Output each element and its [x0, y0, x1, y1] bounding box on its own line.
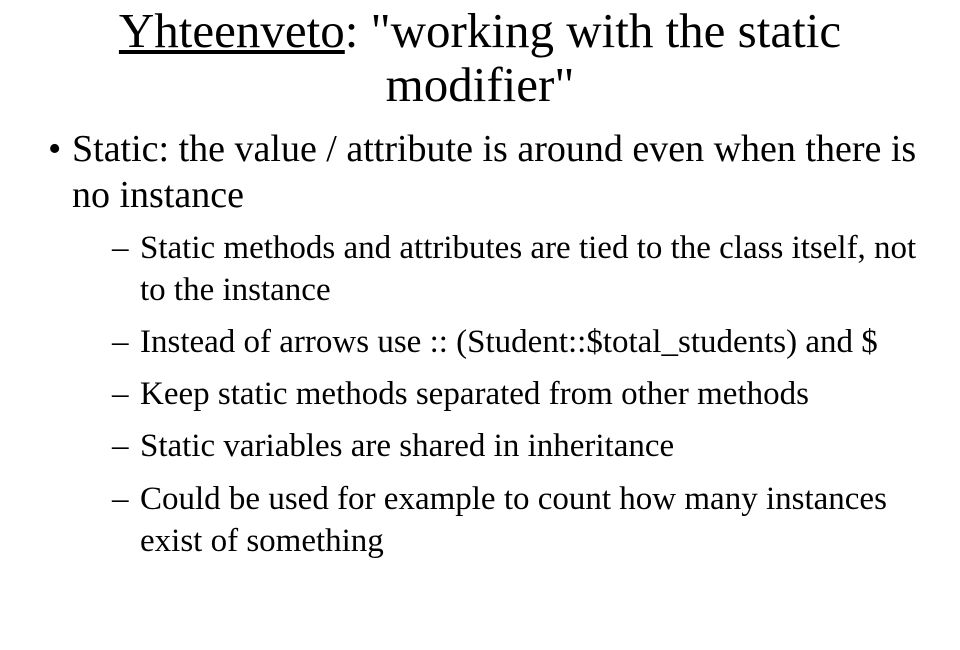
sub-bullet-list: Static methods and attributes are tied t…: [72, 227, 940, 563]
bullet-item: Static: the value / attribute is around …: [48, 126, 940, 562]
sub-bullet-item: Static methods and attributes are tied t…: [112, 227, 940, 311]
sub-bullet-item: Could be used for example to count how m…: [112, 478, 940, 562]
bullet-list: Static: the value / attribute is around …: [20, 126, 940, 562]
sub-bullet-text: Could be used for example to count how m…: [140, 481, 887, 559]
title-rest: : "working with the static modifier": [345, 3, 841, 112]
sub-bullet-item: Keep static methods separated from other…: [112, 373, 940, 415]
sub-bullet-text: Instead of arrows use :: (Student::$tota…: [140, 324, 878, 360]
sub-bullet-text: Static variables are shared in inheritan…: [140, 428, 674, 464]
slide-title: Yhteenveto: "working with the static mod…: [20, 4, 940, 112]
title-underlined: Yhteenveto: [119, 3, 345, 58]
slide: Yhteenveto: "working with the static mod…: [0, 0, 960, 650]
sub-bullet-item: Static variables are shared in inheritan…: [112, 425, 940, 467]
sub-bullet-text: Keep static methods separated from other…: [140, 376, 809, 412]
sub-bullet-item: Instead of arrows use :: (Student::$tota…: [112, 321, 940, 363]
bullet-text: Static: the value / attribute is around …: [72, 128, 916, 216]
sub-bullet-text: Static methods and attributes are tied t…: [140, 230, 916, 308]
